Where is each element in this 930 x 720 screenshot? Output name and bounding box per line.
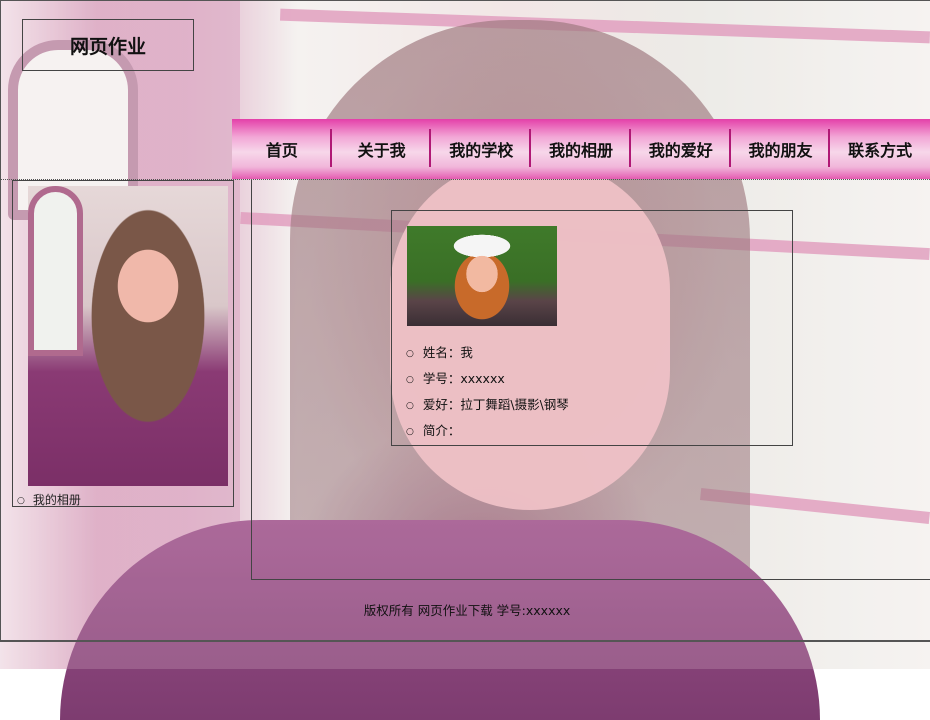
sidebar-photo <box>28 186 228 486</box>
sidebar-list: 我的相册 <box>17 491 81 508</box>
footer-copyright: 版权所有 网页作业下载 学号:xxxxxx <box>363 603 571 618</box>
nav-item-friends[interactable]: 我的朋友 <box>731 119 831 179</box>
profile-list: 姓名：我 学号：xxxxxx 爱好：拉丁舞蹈\摄影\钢琴 简介： <box>406 343 569 447</box>
nav-item-home[interactable]: 首页 <box>232 119 332 179</box>
profile-card: 姓名：我 学号：xxxxxx 爱好：拉丁舞蹈\摄影\钢琴 简介： <box>391 210 793 446</box>
site-logo[interactable]: 网页作业 <box>22 19 194 71</box>
sidebar: 我的相册 <box>12 180 234 507</box>
nav-item-album[interactable]: 我的相册 <box>531 119 631 179</box>
profile-name: 姓名：我 <box>406 343 569 369</box>
nav-item-hobby[interactable]: 我的爱好 <box>631 119 731 179</box>
main-nav: 首页 关于我 我的学校 我的相册 我的爱好 我的朋友 联系方式 <box>232 119 930 179</box>
nav-item-about[interactable]: 关于我 <box>332 119 432 179</box>
profile-hobbies: 爱好：拉丁舞蹈\摄影\钢琴 <box>406 395 569 421</box>
profile-intro: 简介： <box>406 421 569 447</box>
footer-divider <box>0 641 930 642</box>
nav-item-contact[interactable]: 联系方式 <box>830 119 930 179</box>
profile-photo <box>407 226 557 326</box>
nav-item-school[interactable]: 我的学校 <box>431 119 531 179</box>
profile-student-id: 学号：xxxxxx <box>406 369 569 395</box>
sidebar-link-album[interactable]: 我的相册 <box>17 491 81 508</box>
